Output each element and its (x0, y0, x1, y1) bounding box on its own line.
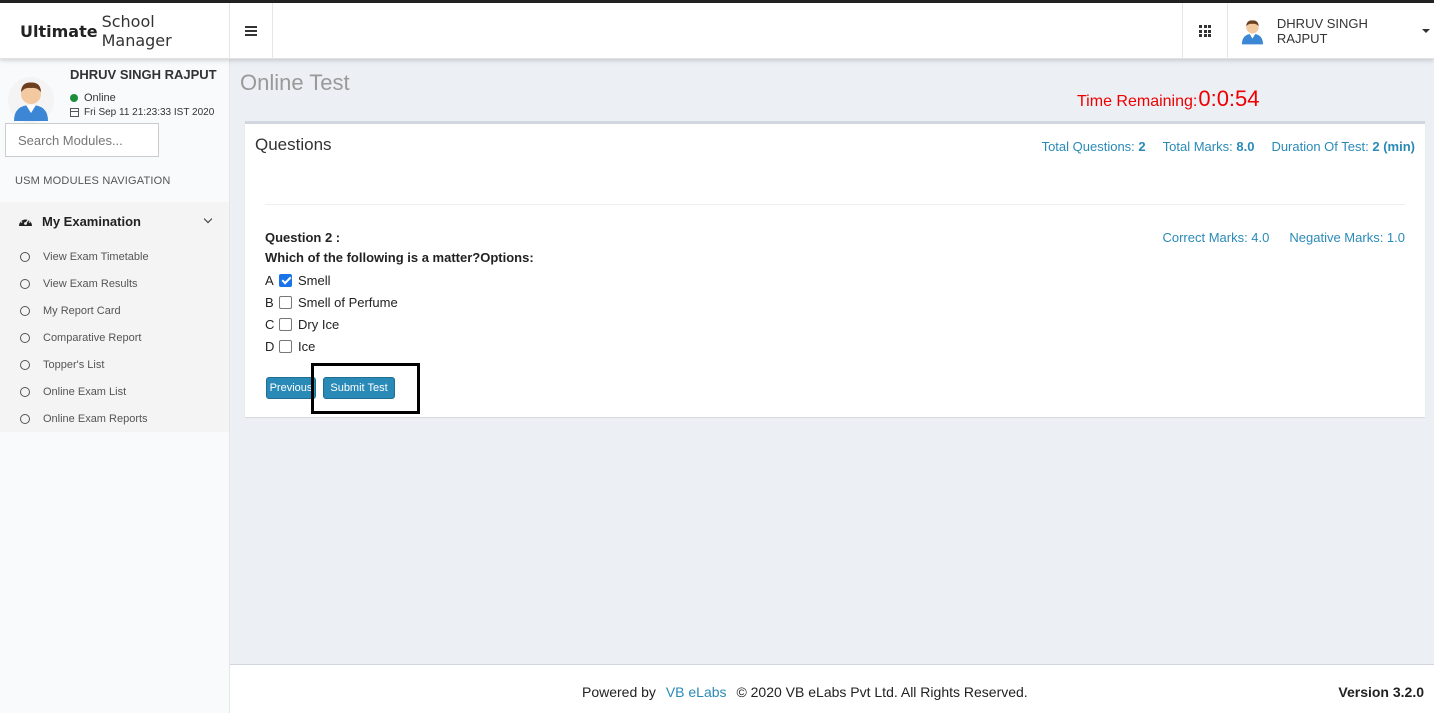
total-questions-label: Total Questions: (1041, 139, 1135, 154)
sidebar-item-label: Online Exam List (43, 385, 127, 398)
total-marks-label: Total Marks: (1162, 139, 1233, 154)
question-number: Question 2 : (265, 230, 341, 245)
previous-button[interactable]: Previous (266, 377, 316, 399)
status-text: Online (84, 92, 116, 104)
session-datetime: Fri Sep 11 21:23:33 IST 2020 (70, 107, 214, 118)
exam-menu: My Examination View Exam Timetable View … (0, 202, 229, 432)
sidebar-item-comparative-report[interactable]: Comparative Report (0, 324, 229, 351)
option-a: A Smell (265, 271, 331, 289)
option-letter: B (265, 294, 274, 310)
total-marks-value: 8.0 (1236, 139, 1255, 154)
online-dot-icon (70, 94, 78, 102)
page-title: Online Test (240, 70, 350, 95)
option-text: Dry Ice (298, 316, 340, 332)
brand-rest: School Manager (101, 12, 172, 50)
option-text: Smell of Perfume (298, 294, 398, 310)
questions-box: Questions Total Questions: 2 Total Marks… (245, 121, 1425, 417)
sidebar-item-toppers-list[interactable]: Topper's List (0, 351, 229, 378)
top-header: Ultimate School Manager DHRUV SINGH RAJP… (0, 3, 1434, 59)
sidebar-item-my-report-card[interactable]: My Report Card (0, 297, 229, 324)
circle-icon (20, 278, 30, 289)
sidebar-item-label: Topper's List (43, 358, 105, 371)
circle-icon (20, 413, 30, 424)
sidebar-item-view-exam-results[interactable]: View Exam Results (0, 270, 229, 297)
duration-label: Duration Of Test: (1271, 139, 1369, 154)
total-questions-value: 2 (1138, 139, 1146, 154)
circle-icon (20, 305, 30, 316)
search-modules-input[interactable] (5, 123, 159, 157)
dashboard-icon (19, 218, 32, 226)
menu-my-examination[interactable]: My Examination (0, 202, 229, 240)
option-d: D Ice (265, 337, 315, 355)
option-text: Ice (298, 338, 316, 354)
caret-down-icon (1422, 29, 1430, 33)
option-letter: C (265, 316, 275, 332)
negative-marks: Negative Marks: 1.0 (1289, 230, 1405, 245)
highlight-box (311, 363, 420, 414)
footer-credits: Powered by VB eLabs © 2020 VB eLabs Pvt … (582, 684, 1028, 700)
sidebar-user-panel: DHRUV SINGH RAJPUT Online Fri Sep 11 21:… (8, 67, 228, 127)
sidebar: DHRUV SINGH RAJPUT Online Fri Sep 11 21:… (0, 59, 230, 713)
option-a-checkbox[interactable] (279, 273, 292, 287)
option-letter: A (265, 272, 274, 288)
sidebar-item-label: View Exam Results (43, 277, 138, 290)
option-d-checkbox[interactable] (279, 339, 292, 353)
circle-icon (20, 332, 30, 343)
option-text: Smell (298, 272, 331, 288)
test-summary: Total Questions: 2 Total Marks: 8.0 Dura… (1025, 139, 1415, 154)
sidebar-item-online-exam-list[interactable]: Online Exam List (0, 378, 229, 405)
powered-by-text: Powered by (582, 684, 656, 700)
status-indicator: Online (70, 92, 116, 104)
calendar-icon (70, 108, 79, 117)
app-logo[interactable]: Ultimate School Manager (0, 3, 230, 59)
menu-title: My Examination (42, 213, 141, 229)
brand-bold: Ultimate (20, 21, 98, 41)
datetime-text: Fri Sep 11 21:23:33 IST 2020 (84, 107, 215, 118)
option-c-checkbox[interactable] (279, 317, 292, 331)
grid-icon (1199, 25, 1211, 37)
total-questions: Total Questions: 2 (1042, 139, 1146, 154)
circle-icon (20, 386, 30, 397)
option-b: B Smell of Perfume (265, 293, 398, 311)
sidebar-item-view-exam-timetable[interactable]: View Exam Timetable (0, 243, 229, 270)
option-b-checkbox[interactable] (279, 295, 292, 309)
sidebar-item-label: Online Exam Reports (43, 412, 148, 425)
total-marks: Total Marks: 8.0 (1163, 139, 1255, 154)
sidebar-item-online-exam-reports[interactable]: Online Exam Reports (0, 405, 229, 432)
vb-elabs-link[interactable]: VB eLabs (666, 684, 727, 700)
user-menu-button[interactable]: DHRUV SINGH RAJPUT (1240, 3, 1430, 59)
question-marks: Correct Marks: 4.0 Negative Marks: 1.0 (1142, 230, 1405, 245)
questions-title: Questions (255, 135, 332, 154)
time-remaining: Time Remaining: 0:0:54 (1077, 86, 1260, 112)
header-user-name: DHRUV SINGH RAJPUT (1276, 16, 1368, 46)
option-letter: D (265, 338, 275, 354)
test-duration: Duration Of Test: 2 (min) (1271, 139, 1415, 154)
sidebar-item-label: View Exam Timetable (43, 250, 149, 263)
sidebar-item-label: My Report Card (43, 304, 121, 317)
duration-value: 2 (min) (1372, 139, 1415, 154)
timer-value: 0:0:54 (1198, 86, 1260, 111)
hamburger-icon (245, 26, 257, 36)
copyright-text: © 2020 VB eLabs Pvt Ltd. All Rights Rese… (736, 684, 1028, 700)
footer: Powered by VB eLabs © 2020 VB eLabs Pvt … (230, 664, 1434, 713)
version-text: Version 3.2.0 (1338, 684, 1424, 700)
nav-header: USM MODULES NAVIGATION (15, 175, 171, 187)
timer-label: Time Remaining: (1077, 93, 1198, 110)
sidebar-item-label: Comparative Report (43, 331, 142, 344)
menu-toggle-button[interactable] (230, 3, 273, 59)
sidebar-user-name: DHRUV SINGH RAJPUT (70, 67, 217, 82)
option-c: C Dry Ice (265, 315, 339, 333)
sidebar-avatar (8, 77, 54, 123)
apps-button[interactable] (1182, 3, 1228, 59)
correct-marks: Correct Marks: 4.0 (1162, 230, 1270, 245)
circle-icon (20, 251, 30, 262)
question-text: Which of the following is a matter?Optio… (265, 250, 534, 265)
avatar (1241, 20, 1263, 45)
divider (265, 204, 1405, 205)
circle-icon (20, 359, 30, 370)
chevron-down-icon (203, 214, 213, 224)
